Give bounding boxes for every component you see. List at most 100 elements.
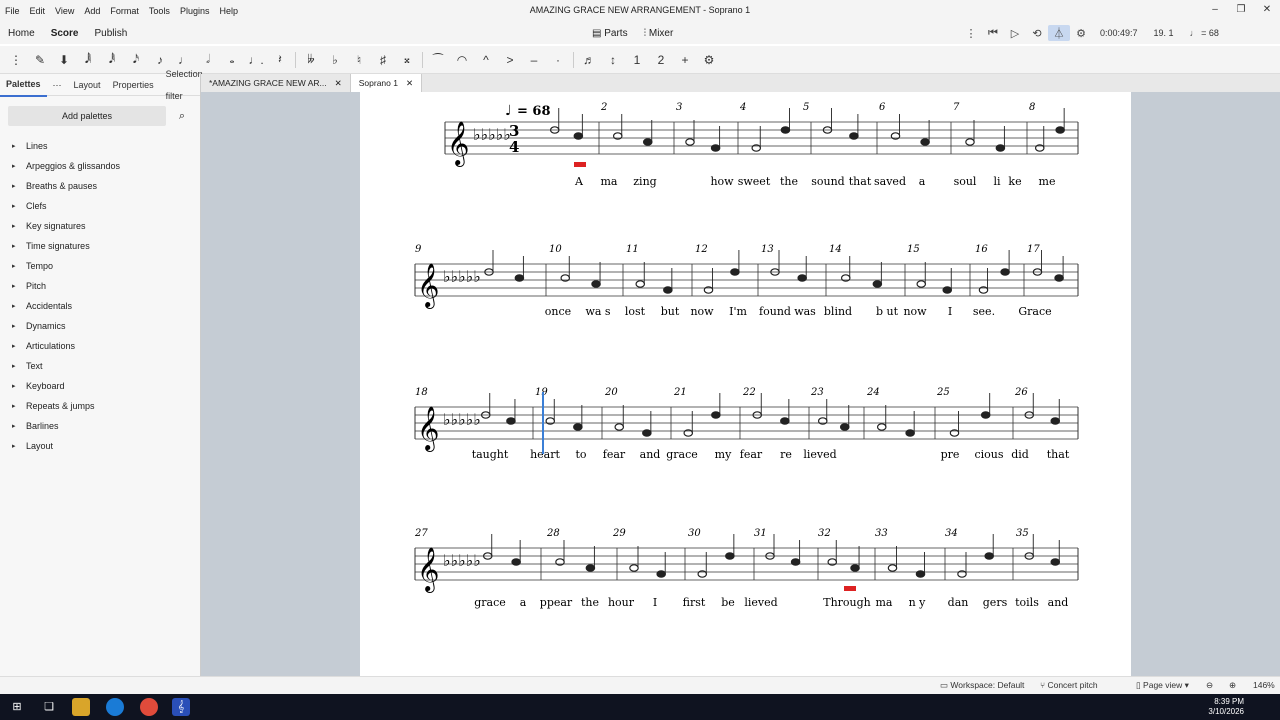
palette-item[interactable]: ▸ Tempo (0, 256, 200, 276)
tuplet-icon[interactable]: ♬ (577, 53, 601, 67)
tab-publish[interactable]: Publish (86, 28, 135, 39)
close-icon[interactable]: ✕ (406, 78, 413, 88)
parts-button[interactable]: ▤ Parts (592, 28, 628, 39)
tab-soprano-1[interactable]: Soprano 1 ✕ (350, 74, 423, 92)
menu-format[interactable]: Format (105, 6, 144, 16)
natural-icon[interactable]: ♮ (347, 53, 371, 67)
palette-item[interactable]: ▸ Clefs (0, 196, 200, 216)
tie-icon[interactable]: ⁀ (426, 53, 450, 67)
mixer-button[interactable]: ⫶ Mixer (644, 28, 674, 39)
menu-help[interactable]: Help (214, 6, 243, 16)
pencil-icon[interactable]: ✎ (28, 53, 52, 67)
palettes-menu-icon[interactable]: ⋯ (47, 74, 68, 96)
tab-home[interactable]: Home (0, 28, 43, 39)
64th-note-icon[interactable]: 𝅘𝅥𝅲 (76, 52, 100, 67)
palette-item[interactable]: ▸ Arpeggios & glissandos (0, 156, 200, 176)
menu-plugins[interactable]: Plugins (175, 6, 215, 16)
menu-edit[interactable]: Edit (25, 6, 51, 16)
palette-item[interactable]: ▸ Layout (0, 436, 200, 456)
edge-icon[interactable] (106, 698, 124, 716)
slur-icon[interactable]: ◠ (450, 53, 474, 67)
staccato-icon[interactable]: · (546, 53, 570, 67)
lyric-syllable: now (903, 305, 927, 318)
note-head (573, 423, 583, 431)
windows-start-icon[interactable]: ⊞ (8, 698, 26, 716)
play-icon[interactable]: ▷ (1004, 27, 1026, 40)
menu-view[interactable]: View (50, 6, 79, 16)
palette-item[interactable]: ▸ Lines (0, 136, 200, 156)
palette-item[interactable]: ▸ Articulations (0, 336, 200, 356)
score-canvas[interactable]: 𝄞 ♭♭♭♭♭ 3 4 ♩ = 68 2 3 4 5 6 7 8 Ama zing how sweet the so… (201, 92, 1280, 676)
concert-pitch-toggle[interactable]: ⑂ Concert pitch (1040, 680, 1098, 690)
zoom-out-icon[interactable]: ⊖ (1206, 680, 1213, 691)
tab-full-score[interactable]: *AMAZING GRACE NEW AR... ✕ (201, 74, 351, 92)
double-sharp-icon[interactable]: 𝄪 (395, 52, 419, 67)
palette-item[interactable]: ▸ Key signatures (0, 216, 200, 236)
window-controls: – ❐ ✕ (1202, 0, 1280, 22)
menu-add[interactable]: Add (79, 6, 105, 16)
close-icon[interactable]: ✕ (335, 78, 342, 88)
chrome-icon[interactable] (140, 698, 158, 716)
lyric-syllable: I (653, 596, 657, 609)
marcato-icon[interactable]: ^ (474, 53, 498, 67)
voice-2-icon[interactable]: 2 (649, 53, 673, 67)
menu-file[interactable]: File (0, 6, 25, 16)
add-palettes-button[interactable]: Add palettes (8, 106, 166, 126)
tab-properties[interactable]: Properties (107, 74, 160, 96)
rest-icon[interactable]: 𝄽 (268, 52, 292, 67)
measure-number: 9 (415, 244, 422, 255)
search-icon[interactable]: ⌕ (172, 106, 192, 126)
note-input-mode-icon[interactable]: ⬇ (52, 53, 76, 67)
lyric-syllable: li (993, 175, 1001, 188)
palette-item[interactable]: ▸ Barlines (0, 416, 200, 436)
zoom-level[interactable]: 146% (1253, 680, 1275, 690)
measure-number: 17 (1027, 244, 1040, 255)
whole-note-icon[interactable]: 𝅝 (220, 52, 244, 67)
32nd-note-icon[interactable]: 𝅘𝅥𝅱 (100, 52, 124, 67)
lyric-syllable: how (710, 175, 734, 188)
palette-item[interactable]: ▸ Accidentals (0, 296, 200, 316)
workspace-icon: ▭ (940, 680, 951, 690)
double-flat-icon[interactable]: 𝄫 (299, 52, 323, 67)
sharp-icon[interactable]: ♯ (371, 53, 395, 67)
palette-item[interactable]: ▸ Pitch (0, 276, 200, 296)
lyric-syllable: sweet (738, 175, 771, 188)
palette-item[interactable]: ▸ Time signatures (0, 236, 200, 256)
loop-icon[interactable]: ⟲ (1026, 27, 1048, 40)
palette-item[interactable]: ▸ Repeats & jumps (0, 396, 200, 416)
metronome-icon[interactable]: ⏃ (1048, 25, 1070, 41)
menu-tools[interactable]: Tools (144, 6, 175, 16)
file-explorer-icon[interactable] (72, 698, 90, 716)
16th-note-icon[interactable]: 𝅘𝅥𝅯 (124, 52, 148, 67)
minimize-icon[interactable]: – (1202, 0, 1228, 22)
palette-item[interactable]: ▸ Keyboard (0, 376, 200, 396)
measure-number: 29 (612, 528, 626, 539)
palette-item[interactable]: ▸ Breaths & pauses (0, 176, 200, 196)
close-icon[interactable]: ✕ (1254, 0, 1280, 22)
tab-score[interactable]: Score (43, 28, 87, 39)
accent-icon[interactable]: > (498, 53, 522, 67)
tab-palettes[interactable]: Palettes (0, 73, 47, 97)
workspace-selector[interactable]: ▭ Workspace: Default (940, 680, 1024, 691)
flip-direction-icon[interactable]: ↕ (601, 53, 625, 67)
voice-1-icon[interactable]: 1 (625, 53, 649, 67)
zoom-in-icon[interactable]: ⊕ (1229, 680, 1236, 691)
tenuto-icon[interactable]: – (522, 53, 546, 67)
playback-time: 0:00:49:7 (1100, 28, 1138, 38)
toolbar-settings-icon[interactable]: ⚙ (697, 53, 721, 67)
score-page[interactable]: 𝄞 ♭♭♭♭♭ 3 4 ♩ = 68 2 3 4 5 6 7 8 Ama zing how sweet the so… (360, 92, 1131, 676)
chevron-right-icon: ▸ (12, 263, 16, 270)
palette-item[interactable]: ▸ Text (0, 356, 200, 376)
score-svg[interactable]: 𝄞 ♭♭♭♭♭34♩ = 68 2 3 4 5 6 7 8A ma zing how sweet the so… (360, 92, 1131, 676)
augmentation-dot-icon[interactable]: ♩. (244, 53, 268, 67)
palette-item[interactable]: ▸ Dynamics (0, 316, 200, 336)
tab-layout[interactable]: Layout (68, 74, 107, 96)
playback-settings-icon[interactable]: ⚙ (1070, 27, 1092, 40)
task-view-icon[interactable]: ❏ (40, 698, 58, 716)
flat-icon[interactable]: ♭ (323, 53, 347, 67)
musescore-icon[interactable]: 𝄞 (172, 698, 190, 716)
view-mode-selector[interactable]: ▯ Page view ▾ (1136, 680, 1189, 691)
rewind-icon[interactable]: ⏮ (982, 27, 1004, 40)
add-icon[interactable]: + (673, 53, 697, 67)
restore-icon[interactable]: ❐ (1228, 0, 1254, 22)
